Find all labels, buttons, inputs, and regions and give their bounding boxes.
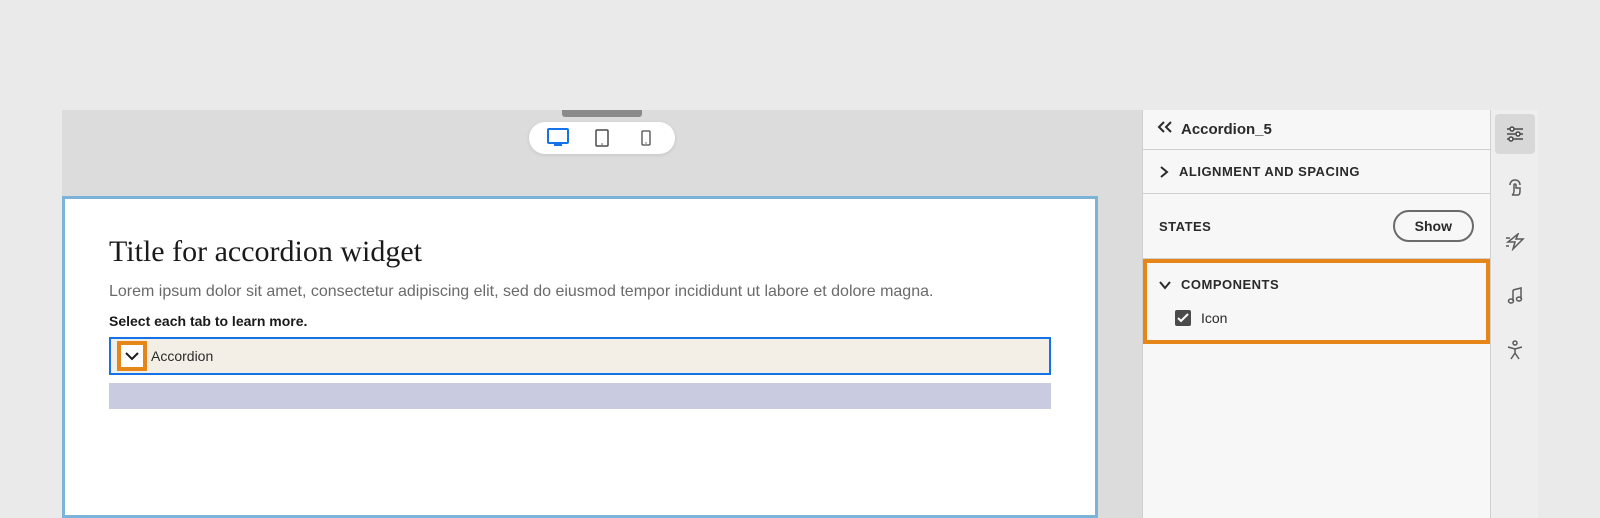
section-components-header[interactable]: COMPONENTS xyxy=(1147,263,1486,302)
drag-handle[interactable] xyxy=(562,110,642,117)
chevron-right-icon xyxy=(1159,166,1169,178)
widget-description: Lorem ipsum dolor sit amet, consectetur … xyxy=(109,283,1051,301)
accordion-toggle-icon-highlight[interactable] xyxy=(117,341,147,371)
device-tablet-button[interactable] xyxy=(591,128,613,148)
properties-title: Accordion_5 xyxy=(1181,121,1272,138)
states-show-button[interactable]: Show xyxy=(1393,210,1474,242)
section-label-alignment: ALIGNMENT AND SPACING xyxy=(1179,164,1360,179)
music-note-icon xyxy=(1507,287,1523,305)
section-label-states: STATES xyxy=(1159,219,1211,234)
rail-touch-button[interactable] xyxy=(1495,168,1535,208)
chevron-down-icon xyxy=(125,351,139,361)
app-container: Title for accordion widget Lorem ipsum d… xyxy=(62,110,1538,518)
device-desktop-button[interactable] xyxy=(547,128,569,148)
chevron-down-icon xyxy=(1159,280,1171,290)
accordion-body-placeholder xyxy=(109,383,1051,409)
tablet-icon xyxy=(595,129,609,147)
collapse-panel-button[interactable] xyxy=(1157,120,1173,139)
sliders-icon xyxy=(1505,126,1525,142)
properties-panel: Accordion_5 ALIGNMENT AND SPACING STATES… xyxy=(1142,110,1490,518)
widget-content-card[interactable]: Title for accordion widget Lorem ipsum d… xyxy=(62,196,1098,518)
accordion-item-label: Accordion xyxy=(151,348,213,364)
widget-title: Title for accordion widget xyxy=(109,235,1051,269)
mobile-icon xyxy=(641,130,651,146)
lightning-icon xyxy=(1505,233,1525,251)
rail-audio-button[interactable] xyxy=(1495,276,1535,316)
component-item-label: Icon xyxy=(1201,310,1227,326)
accordion-item[interactable]: Accordion xyxy=(109,337,1051,375)
accessibility-icon xyxy=(1506,340,1524,360)
component-item-icon[interactable]: Icon xyxy=(1147,302,1486,340)
widget-instruction: Select each tab to learn more. xyxy=(109,313,1051,329)
section-components-highlight: COMPONENTS Icon xyxy=(1143,259,1490,344)
device-switcher xyxy=(529,122,675,154)
desktop-icon xyxy=(547,128,569,148)
check-icon xyxy=(1177,313,1189,323)
properties-header: Accordion_5 xyxy=(1143,110,1490,150)
rail-accessibility-button[interactable] xyxy=(1495,330,1535,370)
rail-settings-button[interactable] xyxy=(1495,114,1535,154)
touch-icon xyxy=(1506,178,1524,198)
section-alignment-spacing[interactable]: ALIGNMENT AND SPACING xyxy=(1143,150,1490,194)
section-states: STATES Show xyxy=(1143,194,1490,259)
rail-lightning-button[interactable] xyxy=(1495,222,1535,262)
right-rail xyxy=(1490,110,1538,518)
canvas-area: Title for accordion widget Lorem ipsum d… xyxy=(62,110,1142,518)
section-label-components: COMPONENTS xyxy=(1181,277,1279,292)
device-mobile-button[interactable] xyxy=(635,128,657,148)
checkbox-icon-checked[interactable] xyxy=(1175,310,1191,326)
chevrons-left-icon xyxy=(1157,120,1173,134)
